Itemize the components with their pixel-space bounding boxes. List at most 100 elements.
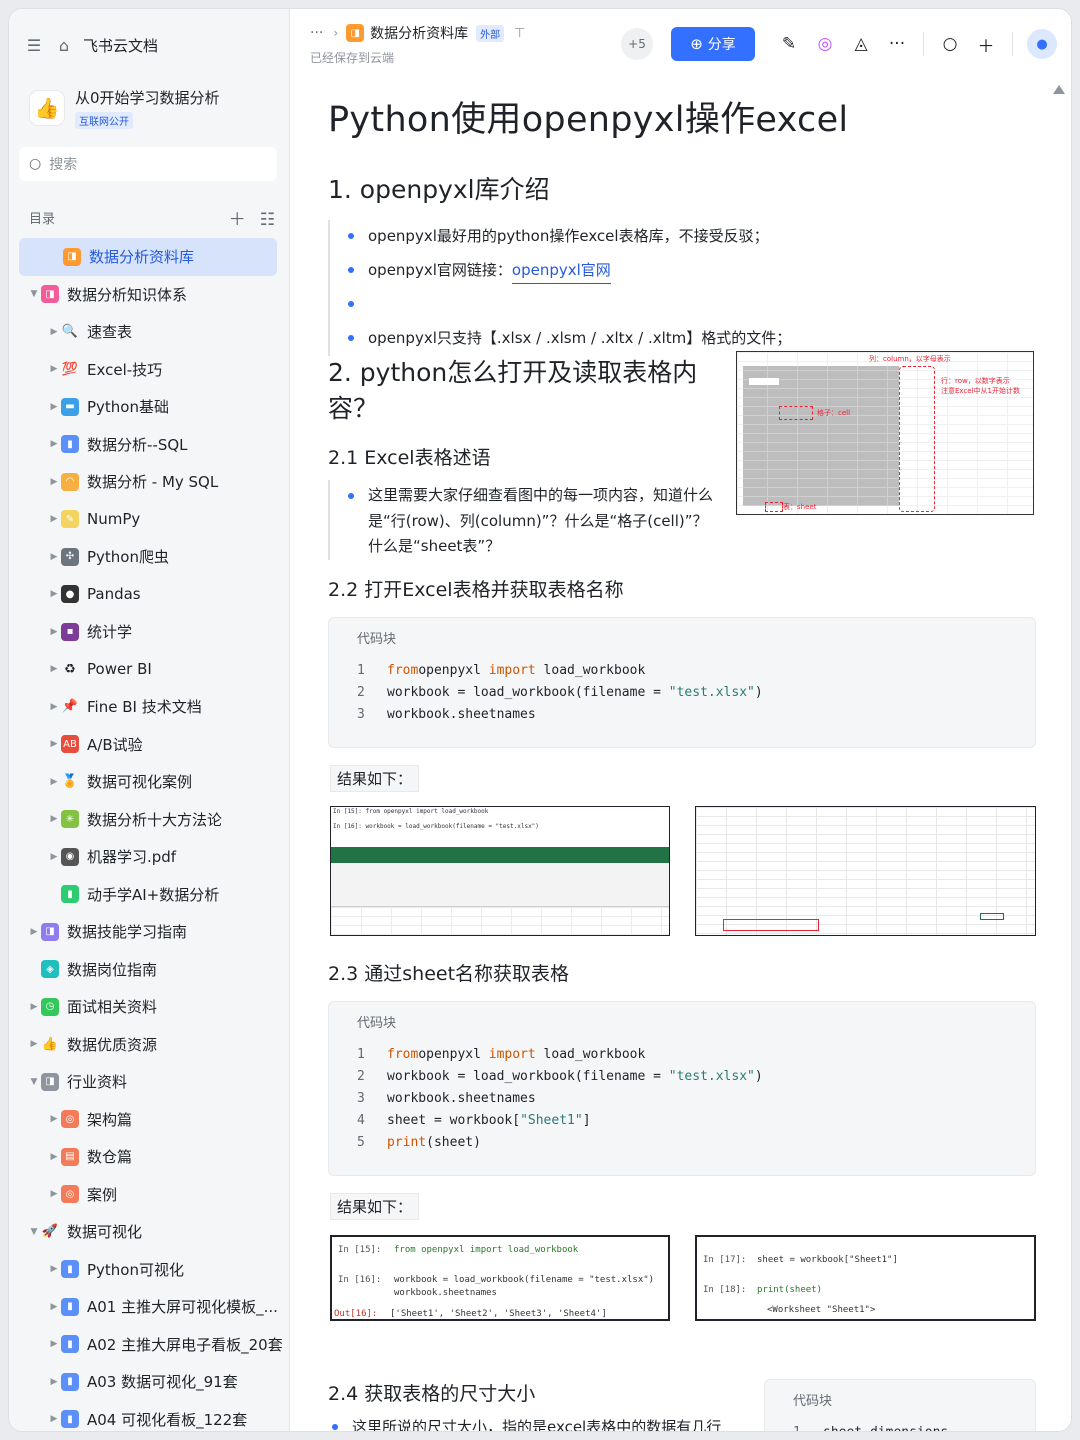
chevron-right-icon[interactable]: ▶	[47, 627, 61, 637]
chevron-right-icon[interactable]: ▶	[27, 1039, 41, 1049]
list-menu-icon[interactable]: ☷	[260, 210, 275, 230]
sidebar-item[interactable]: ▶ ✳ 数据分析十大方法论	[9, 801, 289, 839]
chevron-right-icon[interactable]: ▶	[47, 1302, 61, 1312]
floppy-icon: ▪	[61, 622, 79, 641]
sidebar-item[interactable]: ▶ ▮ A01 主推大屏可视化模板_...	[9, 1288, 289, 1326]
add-icon[interactable]: ＋	[229, 210, 246, 230]
openpyxl-link[interactable]: openpyxl官网	[511, 257, 611, 284]
chevron-right-icon[interactable]: ▶	[47, 1414, 61, 1424]
rocket-icon: 🚀	[41, 1224, 59, 1240]
sidebar-item[interactable]: ▶ ▮ A03 数据可视化_91套	[9, 1363, 289, 1401]
create-plus-icon[interactable]: ＋	[968, 28, 1004, 60]
more-breadcrumb-icon[interactable]: ···	[310, 25, 323, 41]
sidebar-item[interactable]: ▼ ◨ 数据分析知识体系	[9, 276, 289, 314]
sidebar-item[interactable]: ▶ ◎ 案例	[9, 1176, 289, 1214]
sidebar-item[interactable]: ▶ 📌 Fine BI 技术文档	[9, 688, 289, 726]
sidebar-item[interactable]: ▶ ▮ Python可视化	[9, 1251, 289, 1289]
code-text: workbook = load_workbook(filename =	[387, 684, 669, 700]
collaborators-count[interactable]: +5	[621, 28, 653, 60]
arch-icon: ◎	[61, 1110, 79, 1129]
ai-assistant-icon[interactable]: ◎	[807, 28, 843, 60]
edit-pen-icon[interactable]: ✎	[771, 28, 807, 60]
chevron-right-icon[interactable]: ▶	[47, 1114, 61, 1124]
collapse-sidebar-icon[interactable]: ☰	[23, 34, 45, 56]
knowledge-icon: ◨	[41, 285, 59, 304]
sidebar-item[interactable]: ▶ ✎ NumPy	[9, 501, 289, 539]
share-button[interactable]: ⊕ 分享	[671, 27, 755, 61]
sidebar-item[interactable]: ▶ 🏅 数据可视化案例	[9, 763, 289, 801]
breadcrumb-doc-name[interactable]: 数据分析资料库	[370, 23, 468, 43]
chevron-right-icon[interactable]: ▶	[27, 927, 41, 937]
chevron-right-icon[interactable]: ▶	[47, 327, 61, 337]
chevron-right-icon[interactable]: ▶	[47, 477, 61, 487]
sidebar-item[interactable]: ▶ 💯 Excel-技巧	[9, 351, 289, 389]
sidebar-item[interactable]: ◈ 数据岗位指南	[9, 951, 289, 989]
home-icon[interactable]: ⌂	[53, 34, 75, 56]
sidebar-item[interactable]: ▶ ✣ Python爬虫	[9, 538, 289, 576]
list-item-text: openpyxl只支持【.xlsx / .xlsm / .xltx / .xlt…	[368, 329, 792, 347]
sidebar-item[interactable]: ▶ ◠ 数据分析 - My SQL	[9, 463, 289, 501]
chevron-right-icon[interactable]: ▶	[47, 777, 61, 787]
chevron-right-icon[interactable]: ▶	[47, 814, 61, 824]
sidebar-item[interactable]: ▶ ▮ 数据分析--SQL	[9, 426, 289, 464]
chevron-right-icon[interactable]: ▶	[47, 1339, 61, 1349]
chevron-right-icon[interactable]: ▶	[47, 664, 61, 674]
sidebar-item[interactable]: ▶ ▪ 统计学	[9, 613, 289, 651]
chevron-down-icon[interactable]: ▼	[27, 1077, 41, 1087]
sidebar-item-label: 速查表	[87, 323, 133, 342]
sidebar-item[interactable]: ◨ 数据分析资料库	[19, 238, 277, 276]
search-input[interactable]: ○ 搜索	[19, 147, 277, 181]
code-text: )	[754, 684, 763, 700]
sheet-note: 表：sheet	[783, 503, 817, 511]
code-text: workbook = load_workbook(filename =	[387, 1068, 669, 1084]
chevron-right-icon[interactable]: ▶	[47, 702, 61, 712]
sidebar-item[interactable]: ▶ ◷ 面试相关资料	[9, 988, 289, 1026]
sidebar-item[interactable]: ▶ ◨ 数据技能学习指南	[9, 913, 289, 951]
sidebar-item[interactable]: ▶ 🔍 速查表	[9, 313, 289, 351]
chevron-down-icon[interactable]: ▼	[27, 1227, 41, 1237]
chevron-right-icon[interactable]: ▶	[47, 364, 61, 374]
chevron-right-icon[interactable]: ▶	[47, 514, 61, 524]
search-icon[interactable]: ○	[932, 28, 968, 60]
sidebar-item[interactable]: ▶ ● Pandas	[9, 576, 289, 614]
brand-name[interactable]: 飞书云文档	[83, 35, 158, 56]
sidebar-item[interactable]: ▶ ♻ Power BI	[9, 651, 289, 689]
sidebar-item[interactable]: ▶ AB A/B试验	[9, 726, 289, 764]
battery-icon: ▮	[61, 885, 79, 904]
chevron-right-icon[interactable]: ▶	[47, 739, 61, 749]
chevron-right-icon[interactable]: ▶	[47, 1189, 61, 1199]
sidebar-item[interactable]: ▶ 👍 数据优质资源	[9, 1026, 289, 1064]
sidebar-item[interactable]: ▶ ▮ A04 可视化看板_122套	[9, 1401, 289, 1432]
sidebar-item[interactable]: ▶ ◎ 架构篇	[9, 1101, 289, 1139]
chevron-right-icon[interactable]: ▶	[47, 1264, 61, 1274]
top-bar: ··· › ◨ 数据分析资料库 外部 ⊤ 已经保存到云端 +5 ⊕ 分享 ✎ ◎ …	[290, 9, 1071, 79]
wiki-space[interactable]: 👍 从0开始学习数据分析 互联网公开	[29, 87, 289, 129]
sidebar-item[interactable]: ▶ ▬ Python基础	[9, 388, 289, 426]
sidebar-item[interactable]: ▶ ◉ 机器学习.pdf	[9, 838, 289, 876]
sidebar-item[interactable]: ▶ ▤ 数仓篇	[9, 1138, 289, 1176]
scroll-up-arrow-icon[interactable]	[1053, 85, 1065, 94]
chevron-right-icon[interactable]: ▶	[27, 1002, 41, 1012]
chevron-right-icon[interactable]: ▶	[47, 1377, 61, 1387]
sidebar-item[interactable]: ▶ ▮ A02 主推大屏电子看板_20套	[9, 1326, 289, 1364]
code-block-2[interactable]: 代码块 1 from openpyxl import load_workbook 2 w…	[328, 1001, 1036, 1176]
result-label-text: 结果如下：	[330, 765, 420, 792]
chevron-right-icon[interactable]: ▶	[47, 1152, 61, 1162]
chevron-right-icon[interactable]: ▶	[47, 402, 61, 412]
pin-icon[interactable]: ⊤	[514, 26, 525, 41]
chevron-right-icon[interactable]: ▶	[47, 552, 61, 562]
code-block-1[interactable]: 代码块 1 from openpyxl import load_workbook 2 w…	[328, 617, 1036, 748]
user-avatar[interactable]: ●	[1027, 29, 1057, 59]
chevron-right-icon[interactable]: ▶	[47, 439, 61, 449]
code-block-3[interactable]: 代码块 1sheet.dimensions	[764, 1379, 1036, 1431]
bar-chart-icon: ▮	[61, 1260, 79, 1279]
chevron-right-icon[interactable]: ▶	[47, 589, 61, 599]
sidebar-item[interactable]: ▼ ◨ 行业资料	[9, 1063, 289, 1101]
more-options-icon[interactable]: ···	[879, 28, 915, 60]
notification-bell-icon[interactable]: ◬	[843, 28, 879, 60]
sidebar-item[interactable]: ▮ 动手学AI+数据分析	[9, 876, 289, 914]
chevron-down-icon[interactable]: ▼	[27, 289, 41, 299]
line-number: 2	[357, 684, 365, 700]
chevron-right-icon[interactable]: ▶	[47, 852, 61, 862]
sidebar-item[interactable]: ▼ 🚀 数据可视化	[9, 1213, 289, 1251]
